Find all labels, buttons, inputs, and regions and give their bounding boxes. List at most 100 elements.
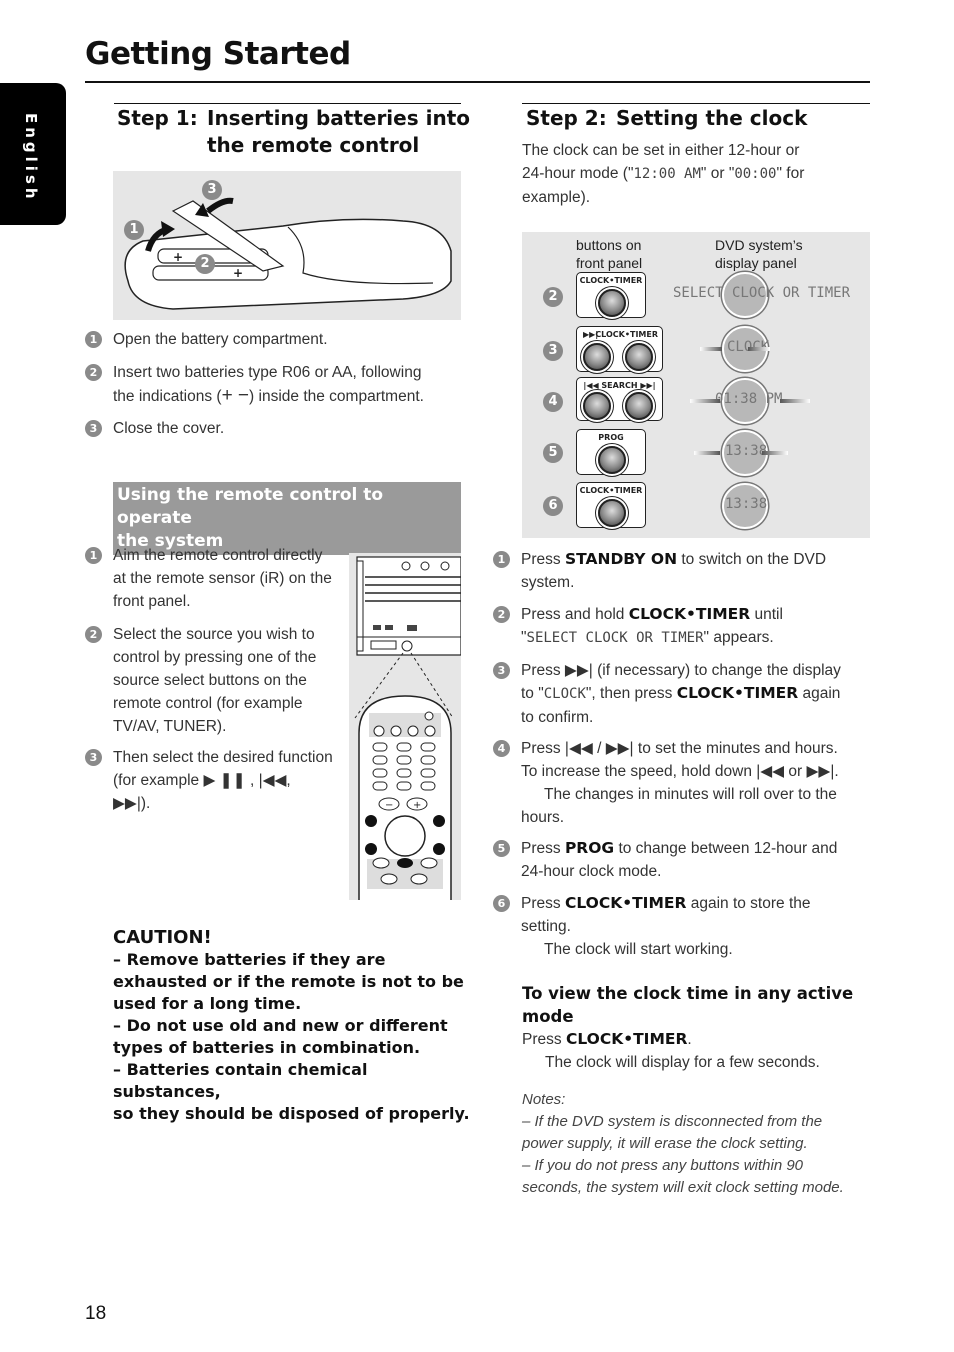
- next-clock-button-group: ▶▶| CLOCK•TIMER: [576, 326, 663, 372]
- knob-icon: [598, 499, 626, 527]
- button-label: |◀◀ SEARCH ▶▶|: [583, 381, 656, 390]
- view-clock-heading: To view the clock time in any active: [522, 984, 854, 1003]
- next-knob-icon[interactable]: [583, 343, 611, 371]
- intro-line: example).: [522, 189, 591, 206]
- prev-knob-icon[interactable]: [583, 392, 611, 420]
- battery-illustration: + + 1 2 3: [113, 171, 461, 320]
- col-label-buttons: buttons on front panel: [576, 236, 642, 272]
- item-text: system.: [521, 574, 575, 591]
- intro-line: The clock can be set in either 12-hour o…: [522, 142, 800, 159]
- item-text: appears.: [709, 629, 774, 646]
- bullet-3: 3: [85, 749, 102, 766]
- polarity-symbols: + −: [221, 385, 250, 406]
- remote-item-2-line: source select buttons on the: [113, 672, 307, 689]
- bullet-3: 3: [493, 662, 510, 679]
- caution-line: – Do not use old and new or different: [113, 1016, 448, 1035]
- item-text: until: [750, 606, 783, 623]
- button-name: PROG: [564, 839, 615, 857]
- item-text: The clock will start working.: [544, 941, 733, 958]
- col-label-text: front panel: [576, 255, 643, 271]
- remote-item-2-line: TV/AV, TUNER).: [113, 718, 227, 735]
- callout-3: 3: [202, 180, 222, 200]
- step1-item-2-line2a: the indications (: [113, 388, 222, 405]
- caution-heading: CAUTION!: [113, 927, 212, 948]
- svg-text:+: +: [173, 250, 183, 264]
- item-text: setting.: [521, 918, 571, 935]
- col-label-display: DVD system’s display panel: [715, 236, 803, 272]
- intro-mono-24h: 00:00: [734, 166, 777, 182]
- remote-item-2-line: Select the source you wish to: [113, 626, 315, 643]
- remote-item-2-line: control by pressing one of the: [113, 649, 317, 666]
- item-text: Press: [521, 551, 565, 568]
- step1-heading: Step 1: Inserting batteries into the remo…: [117, 105, 470, 159]
- note-line: seconds, the system will exit clock sett…: [522, 1179, 844, 1196]
- item-text: The changes in minutes will roll over to…: [544, 786, 837, 803]
- remote-item-1-line: Aim the remote control directly: [113, 547, 323, 564]
- button-name: CLOCK•TIMER: [628, 605, 751, 623]
- svg-text:+: +: [413, 800, 421, 811]
- button-label: CLOCK•TIMER: [595, 330, 658, 339]
- step1-rule: [114, 103, 461, 104]
- bullet-1: 1: [85, 547, 102, 564]
- item-text: Press: [521, 840, 565, 857]
- display-readout: 13:38: [725, 496, 768, 512]
- display-readout: 01:38 PM: [715, 391, 783, 407]
- flash-ray-icon: [762, 451, 788, 455]
- flash-ray-icon: [694, 451, 720, 455]
- notes-heading: Notes:: [522, 1091, 566, 1108]
- prog-button[interactable]: PROG: [576, 429, 646, 475]
- svg-text:+: +: [233, 266, 243, 280]
- clock-timer-button[interactable]: CLOCK•TIMER: [576, 482, 646, 528]
- item-text: ", then press: [585, 685, 677, 702]
- caution-line: types of batteries in combination.: [113, 1038, 421, 1057]
- button-label: PROG: [598, 433, 624, 442]
- bullet-5: 5: [493, 840, 510, 857]
- note-line: – If the DVD system is disconnected from…: [522, 1113, 823, 1130]
- clock-timer-knob-icon[interactable]: [625, 343, 653, 371]
- bullet-2: 2: [493, 606, 510, 623]
- remote-heading-line1: Using the remote control to operate: [117, 485, 384, 528]
- callout-2: 2: [195, 254, 215, 274]
- caution-line: – Batteries contain chemical substances,: [113, 1060, 368, 1101]
- step2-number: Step 2:: [526, 106, 607, 130]
- remote-item-3-line: (for example ▶ ❚❚ , |◀◀,: [113, 772, 291, 789]
- display-text: CLOCK: [543, 686, 586, 702]
- remote-item-3-line: ▶▶|).: [113, 795, 151, 812]
- bullet-4: 4: [493, 740, 510, 757]
- caution-line: used for a long time.: [113, 994, 302, 1013]
- notes-section: Notes: – If the DVD system is disconnect…: [522, 1089, 882, 1199]
- remote-item-1-line: at the remote sensor (iR) on the: [113, 570, 332, 587]
- caution-line: so they should be disposed of properly.: [113, 1104, 470, 1123]
- step2-title: Setting the clock: [616, 106, 808, 130]
- view-clock-section: To view the clock time in any active mod…: [522, 982, 882, 1074]
- button-label: CLOCK•TIMER: [579, 276, 643, 285]
- display-text: SELECT CLOCK OR TIMER: [526, 630, 704, 646]
- item-text: to confirm.: [521, 709, 594, 726]
- remote-item-3-line: Then select the desired function: [113, 749, 333, 766]
- step1-item-2-line2b: ) inside the compartment.: [249, 388, 424, 405]
- step1-title-line1: Inserting batteries into: [207, 106, 470, 130]
- step1-item-3-text: Close the cover.: [113, 420, 225, 437]
- title-rule: [85, 81, 870, 83]
- diagram-step-2: 2: [543, 287, 563, 307]
- remote-item-2-line: remote control (for example: [113, 695, 303, 712]
- page-title: Getting Started: [85, 36, 351, 72]
- flash-ray-icon: [780, 399, 810, 403]
- bullet-1: 1: [85, 331, 102, 348]
- button-name: STANDBY ON: [564, 550, 678, 568]
- search-button-group: |◀◀ SEARCH ▶▶|: [576, 377, 663, 421]
- clock-setting-diagram: buttons on front panel DVD system’s disp…: [522, 232, 870, 538]
- item-text: 24-hour clock mode.: [521, 863, 662, 880]
- next-knob-icon[interactable]: [625, 392, 653, 420]
- step1-title-line2: the remote control: [207, 133, 420, 157]
- clock-timer-button[interactable]: CLOCK•TIMER: [576, 272, 646, 318]
- item-text: to ": [521, 685, 544, 702]
- note-line: – If you do not press any buttons within…: [522, 1157, 804, 1174]
- diagram-step-3: 3: [543, 341, 563, 361]
- remote-drawing: − +: [354, 556, 462, 900]
- display-readout: SELECT CLOCK OR TIMER: [673, 285, 851, 301]
- knob-icon: [598, 289, 626, 317]
- language-tab: English: [0, 83, 66, 225]
- bullet-1: 1: [493, 551, 510, 568]
- remote-item-1-line: front panel.: [113, 593, 191, 610]
